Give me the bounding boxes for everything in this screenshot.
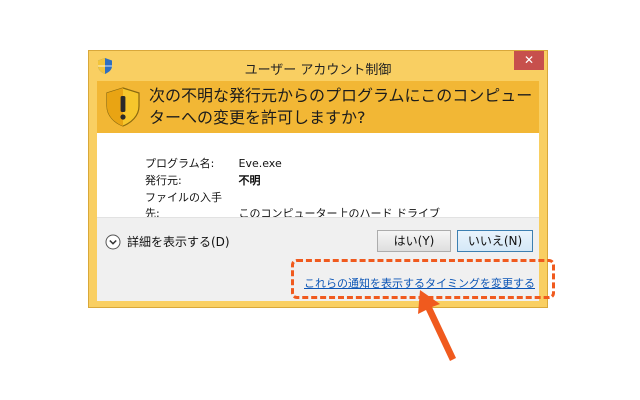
show-details-toggle[interactable]: 詳細を表示する(D): [105, 233, 230, 250]
program-info: プログラム名: Eve.exe 発行元: 不明 ファイルの入手先: このコンピュ…: [97, 133, 539, 220]
info-row-program: プログラム名: Eve.exe: [145, 155, 282, 171]
info-row-publisher: 発行元: 不明: [145, 172, 261, 188]
program-name-value: Eve.exe: [238, 157, 282, 170]
screenshot-stage: ユーザー アカウント制御 ✕ 次の不明な発行元からのプログラムにこのコンピュータ…: [0, 0, 640, 400]
arrow-icon: [418, 290, 456, 361]
dialog-title: ユーザー アカウント制御: [244, 63, 392, 78]
show-details-label: 詳細を表示する(D): [127, 235, 230, 249]
title-bar: ユーザー アカウント制御 ✕: [89, 51, 547, 81]
program-name-label: プログラム名:: [145, 157, 215, 170]
action-bar: 詳細を表示する(D) はい(Y) いいえ(N): [97, 217, 539, 264]
question-header: 次の不明な発行元からのプログラムにこのコンピューターへの変更を許可しますか?: [97, 81, 539, 133]
publisher-value: 不明: [238, 174, 261, 187]
warning-shield-icon: [106, 87, 140, 127]
no-button[interactable]: いいえ(N): [457, 230, 533, 252]
close-button[interactable]: ✕: [514, 51, 544, 70]
publisher-label: 発行元:: [145, 174, 182, 187]
chevron-down-icon: [105, 234, 121, 249]
yes-button[interactable]: はい(Y): [377, 230, 451, 252]
permission-question: 次の不明な発行元からのプログラムにこのコンピューターへの変更を許可しますか?: [149, 86, 533, 127]
